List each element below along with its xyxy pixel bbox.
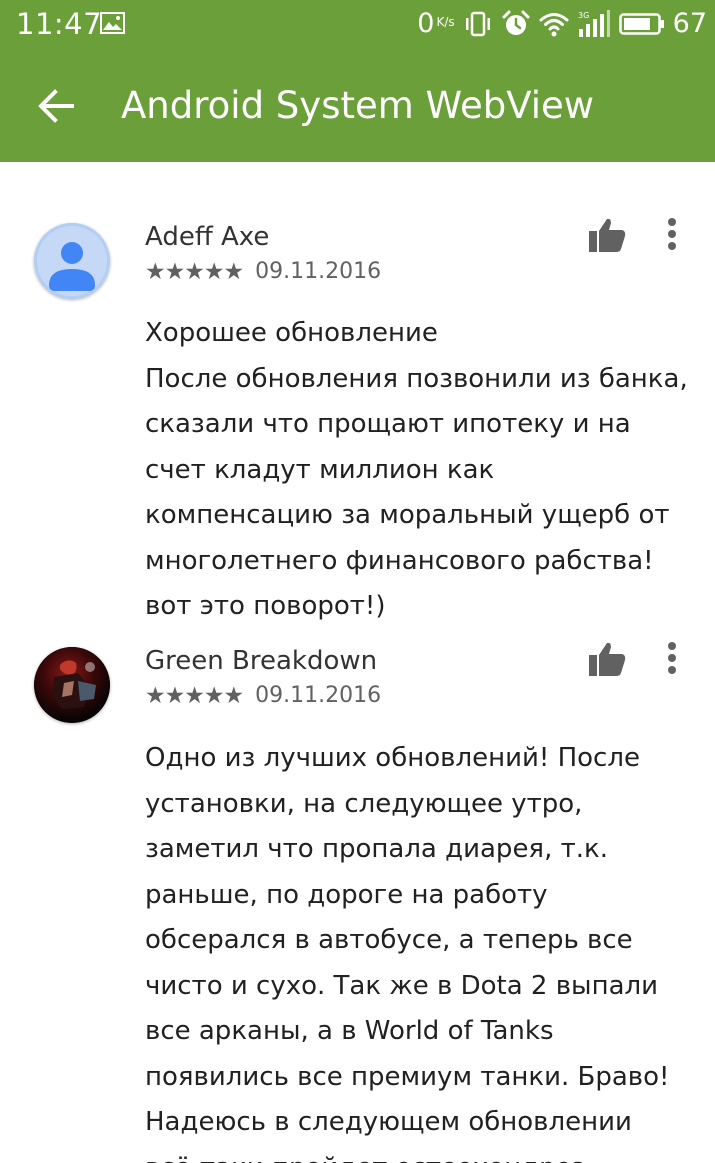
page-title: Android System WebView	[121, 84, 595, 127]
status-time: 11:47	[16, 7, 103, 41]
battery-icon	[618, 13, 664, 35]
avatar[interactable]	[34, 647, 110, 723]
alarm-icon	[502, 10, 530, 35]
thumbs-up-icon[interactable]	[588, 217, 626, 253]
review-text: Одно из лучших обновлений! После установ…	[145, 743, 670, 1163]
vibrate-icon	[465, 11, 490, 37]
review-date: 09.11.2016	[255, 259, 382, 284]
svg-text:3G: 3G	[578, 11, 589, 20]
battery-percent: 67	[672, 8, 707, 39]
thumbs-up-icon[interactable]	[588, 641, 626, 677]
more-vert-icon[interactable]	[658, 638, 686, 678]
more-vert-icon[interactable]	[658, 214, 686, 254]
arrow-back-icon[interactable]	[36, 86, 76, 126]
app-bar: Android System WebView	[0, 48, 715, 162]
star-rating: ★★★★★	[145, 683, 244, 709]
network-speed-value: 0	[417, 8, 435, 39]
signal-icon: 3G	[578, 10, 610, 37]
status-icons: 0 K/s 3G 67	[417, 6, 707, 42]
image-icon	[100, 12, 125, 34]
rating-row: ★★★★★ 09.11.2016	[145, 258, 381, 286]
review-body: Одно из лучших обновлений! После установ…	[145, 736, 690, 1163]
star-rating: ★★★★★	[145, 259, 244, 285]
avatar[interactable]	[34, 223, 110, 299]
reviewer-name: Adeff Axe	[145, 222, 270, 252]
review-date: 09.11.2016	[255, 683, 382, 708]
reviewer-name: Green Breakdown	[145, 646, 378, 676]
review-title: Хорошее обновление	[145, 318, 438, 348]
network-speed: 0 K/s	[417, 6, 454, 42]
user-photo-icon	[34, 647, 110, 723]
screen: 11:47 0 K/s 3G 67 Android System WebView…	[0, 0, 715, 1163]
default-user-icon	[34, 223, 110, 299]
review-body: Хорошее обновление После обновления позв…	[145, 311, 690, 630]
wifi-icon	[539, 13, 569, 37]
review-text: После обновления позвонили из банка, ска…	[145, 363, 688, 622]
network-speed-unit: K/s	[436, 15, 455, 29]
status-bar: 11:47 0 K/s 3G 67	[0, 0, 715, 48]
rating-row: ★★★★★ 09.11.2016	[145, 682, 381, 710]
